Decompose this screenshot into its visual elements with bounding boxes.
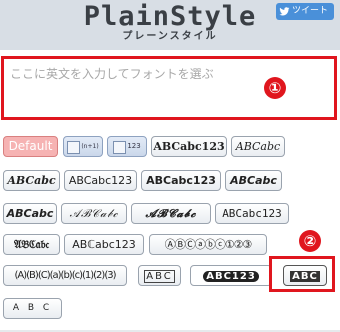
style-button-fraktur[interactable]: 𝔄𝔅ℭ𝔞𝔟𝔠 (3, 234, 60, 255)
squared-label: ABC (144, 270, 175, 283)
style-button-parenthesized[interactable]: (A)(B)(C)(a)(b)(c)(1)(2)(3) (3, 265, 127, 286)
annotation-marker-1: ① (264, 77, 286, 99)
style-button-sans-bold-italic[interactable]: ABCabc (225, 170, 282, 191)
style-button-monospace[interactable]: ABCabc123 (215, 203, 289, 224)
negative-squared-label: ABC (290, 271, 320, 282)
subscript-label: 123 (127, 142, 141, 150)
fullwidth-label: A B C (12, 303, 53, 313)
style-button-circled[interactable]: ⒶⒷⒸⓐⓑⓒ①②③ (149, 234, 267, 255)
style-button-double-struck[interactable]: ABℂabc123 (64, 234, 144, 255)
style-button-sans[interactable]: ABCabc123 (64, 170, 137, 191)
app-logo-subtitle: プレーンスタイル (122, 31, 218, 42)
style-button-negative-squared[interactable]: ABC (283, 265, 327, 286)
style-button-serif-italic[interactable]: ABCabc (231, 136, 285, 157)
style-button-superscript[interactable]: (n+1) (63, 136, 103, 157)
annotation-marker-2: ② (299, 230, 321, 252)
twitter-bird-icon (279, 7, 290, 16)
style-button-default[interactable]: Default (3, 136, 58, 157)
negative-circled-label: ABC123 (203, 271, 259, 282)
placeholder-box-icon (113, 140, 127, 154)
style-button-serif-bold[interactable]: ABCabc123 (151, 136, 227, 157)
text-input[interactable] (6, 61, 340, 123)
text-input-area (1, 56, 340, 123)
style-button-script-bold[interactable]: 𝓐𝓑𝓒𝓪𝓫𝓬 (131, 203, 211, 224)
style-button-sans-bold-italic-2[interactable]: ABCabc (3, 203, 57, 224)
tweet-button[interactable]: ツイート (276, 3, 334, 20)
style-button-serif-bold-italic[interactable]: ABCabc (3, 170, 60, 191)
style-button-subscript[interactable]: 123 (107, 136, 147, 157)
superscript-label: (n+1) (81, 143, 99, 150)
style-button-sans-bold[interactable]: ABCabc123 (141, 170, 221, 191)
style-button-fullwidth[interactable]: A B C (3, 298, 62, 319)
style-button-squared[interactable]: ABC (138, 265, 181, 286)
style-button-script[interactable]: 𝒜ℬ𝒞𝒶𝒷𝒸 (61, 203, 127, 224)
app-header: PlainStyle プレーンスタイル ツイート (0, 0, 340, 50)
tweet-label: ツイート (292, 6, 329, 16)
style-button-negative-circled[interactable]: ABC123 (190, 265, 272, 286)
placeholder-box-icon (67, 140, 81, 154)
